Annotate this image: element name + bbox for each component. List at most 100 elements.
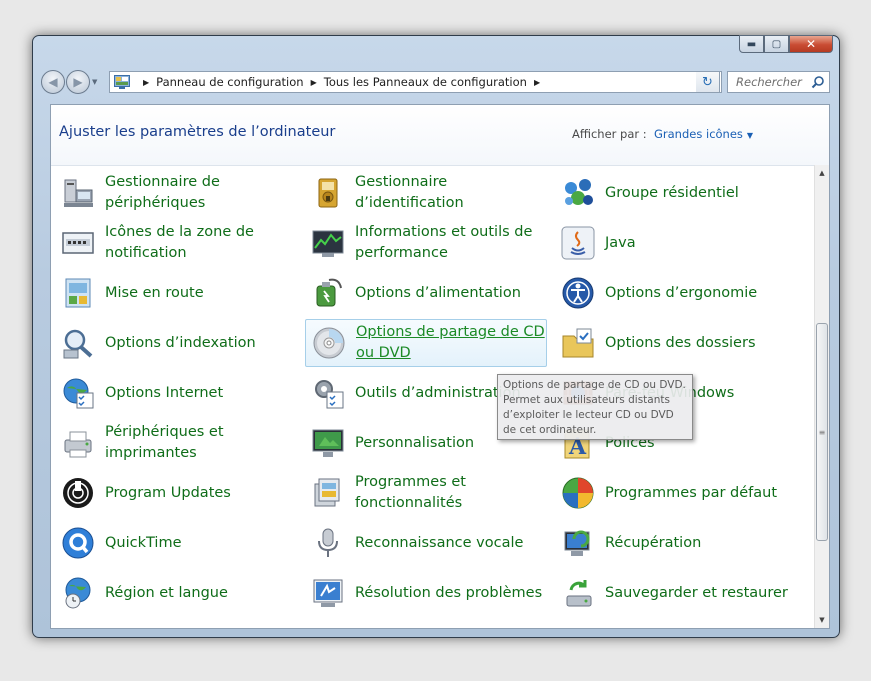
- recovery-icon: [564, 530, 590, 556]
- vertical-scrollbar[interactable]: ▲ ≡ ▼: [814, 165, 829, 628]
- cp-item-label[interactable]: Reconnaissance vocale: [355, 533, 523, 554]
- maximize-button[interactable]: ▢: [764, 35, 789, 53]
- control-panel-window: ▬ ▢ ✕ ◀ ▶ ▼ ▶ Panneau de configuration ▶…: [32, 35, 840, 638]
- performance-icon: [312, 230, 344, 257]
- back-arrow-icon: ◀: [48, 75, 58, 89]
- cp-item-speech-recognition[interactable]: Reconnaissance vocale: [305, 519, 547, 567]
- ease-of-access-icon: [562, 277, 594, 309]
- search-icon[interactable]: [811, 75, 825, 89]
- cp-item-notification-icons[interactable]: Icônes de la zone de notification: [55, 219, 297, 267]
- quicktime-icon: [62, 527, 94, 559]
- view-by-value[interactable]: Grandes icônes: [654, 127, 743, 141]
- breadcrumb-separator-icon[interactable]: ▶: [143, 78, 149, 87]
- cp-item-label[interactable]: Gestionnaire de périphériques: [105, 172, 297, 214]
- view-by-label: Afficher par :: [572, 127, 647, 141]
- page-title: Ajuster les paramètres de l’ordinateur: [59, 124, 336, 140]
- device-manager-icon: [64, 179, 93, 207]
- cp-item-ease-of-access[interactable]: Options d’ergonomie: [555, 269, 797, 317]
- cp-item-homegroup[interactable]: Groupe résidentiel: [555, 169, 797, 217]
- close-button[interactable]: ✕: [789, 35, 833, 53]
- java-icon: [561, 226, 595, 260]
- cp-item-label[interactable]: Périphériques et imprimantes: [105, 422, 297, 464]
- cp-item-power-options[interactable]: Options d’alimentation: [305, 269, 547, 317]
- cp-item-label[interactable]: Programmes et fonctionnalités: [355, 472, 547, 514]
- search-box[interactable]: Rechercher: [727, 71, 830, 93]
- scroll-down-button[interactable]: ▼: [815, 612, 829, 628]
- devices-printers-icon: [64, 431, 92, 458]
- navigation-buttons: ◀ ▶ ▼: [41, 70, 97, 94]
- breadcrumb-control-panel[interactable]: Panneau de configuration: [156, 75, 303, 89]
- refresh-button[interactable]: ↻: [696, 71, 720, 93]
- cp-item-label[interactable]: Informations et outils de performance: [355, 222, 547, 264]
- cp-item-label[interactable]: Programmes par défaut: [605, 483, 777, 504]
- cp-item-label[interactable]: Personnalisation: [355, 433, 474, 454]
- cp-item-recovery[interactable]: Récupération: [555, 519, 797, 567]
- cp-item-label[interactable]: Options d’alimentation: [355, 283, 521, 304]
- cp-item-devices-printers[interactable]: Périphériques et imprimantes: [55, 419, 297, 467]
- forward-arrow-icon: ▶: [73, 75, 83, 89]
- scrollbar-thumb[interactable]: ≡: [816, 323, 828, 541]
- cp-item-label[interactable]: Program Updates: [105, 483, 231, 504]
- cp-item-region-language[interactable]: Région et langue: [55, 569, 297, 617]
- region-language-icon: [65, 577, 91, 609]
- cp-item-label[interactable]: Options d’indexation: [105, 333, 256, 354]
- content-header: Ajuster les paramètres de l’ordinateur A…: [51, 105, 829, 166]
- cp-item-device-manager[interactable]: Gestionnaire de périphériques: [55, 169, 297, 217]
- chevron-down-icon[interactable]: ▼: [747, 131, 753, 140]
- cp-item-label[interactable]: Icônes de la zone de notification: [105, 222, 297, 264]
- cp-item-folder-options[interactable]: Options des dossiers: [555, 319, 797, 367]
- cp-item-label[interactable]: Mise en route: [105, 283, 204, 304]
- cp-item-label[interactable]: Gestionnaire d’identification: [355, 172, 547, 214]
- cp-item-programs-features[interactable]: Programmes et fonctionnalités: [305, 469, 547, 517]
- breadcrumb-separator-icon[interactable]: ▶: [311, 78, 317, 87]
- cp-item-label[interactable]: Sauvegarder et restaurer: [605, 583, 788, 604]
- cp-item-label[interactable]: Résolution des problèmes: [355, 583, 542, 604]
- search-input[interactable]: Rechercher: [736, 75, 811, 89]
- cp-item-label[interactable]: QuickTime: [105, 533, 182, 554]
- cp-item-program-updates[interactable]: Program Updates: [55, 469, 297, 517]
- programs-features-icon: [314, 478, 340, 507]
- getting-started-icon: [65, 278, 91, 308]
- admin-tools-icon: [315, 380, 344, 409]
- breadcrumb-separator-icon[interactable]: ▶: [534, 78, 540, 87]
- cp-item-default-programs[interactable]: Programmes par défaut: [555, 469, 797, 517]
- recent-pages-dropdown[interactable]: ▼: [92, 78, 97, 86]
- cp-item-label[interactable]: Région et langue: [105, 583, 228, 604]
- back-button[interactable]: ◀: [41, 70, 65, 94]
- cp-item-label[interactable]: Récupération: [605, 533, 701, 554]
- cp-item-quicktime[interactable]: QuickTime: [55, 519, 297, 567]
- default-programs-icon: [562, 477, 594, 509]
- cp-item-credential-manager[interactable]: Gestionnaire d’identification: [305, 169, 547, 217]
- minimize-button[interactable]: ▬: [739, 35, 764, 53]
- cp-item-internet-options[interactable]: Options Internet: [55, 369, 297, 417]
- cp-item-performance[interactable]: Informations et outils de performance: [305, 219, 547, 267]
- cp-item-label[interactable]: Outils d’administration: [355, 383, 521, 404]
- cp-item-label[interactable]: Options des dossiers: [605, 333, 756, 354]
- main-content: Ajuster les paramètres de l’ordinateur A…: [50, 104, 830, 629]
- cp-item-label[interactable]: Options de partage de CD ou DVD: [356, 322, 546, 364]
- cp-item-troubleshooting[interactable]: Résolution des problèmes: [305, 569, 547, 617]
- speech-recognition-icon: [318, 528, 338, 557]
- backup-restore-icon: [566, 580, 592, 607]
- homegroup-icon: [565, 179, 593, 205]
- scroll-up-button[interactable]: ▲: [815, 165, 829, 181]
- control-panel-icon: [114, 75, 130, 89]
- cp-item-java[interactable]: Java: [555, 219, 797, 267]
- address-bar[interactable]: ▶ Panneau de configuration ▶ Tous les Pa…: [109, 71, 722, 93]
- cp-item-backup-restore[interactable]: Sauvegarder et restaurer: [555, 569, 797, 617]
- view-by-dropdown[interactable]: Grandes icônes ▼: [654, 127, 753, 141]
- indexing-options-icon: [63, 329, 93, 359]
- forward-button[interactable]: ▶: [66, 70, 90, 94]
- internet-options-icon: [63, 378, 94, 409]
- cp-item-label[interactable]: Options Internet: [105, 383, 223, 404]
- window-controls: ▬ ▢ ✕: [739, 35, 833, 53]
- cp-item-cd-dvd[interactable]: Options de partage de CD ou DVD: [305, 319, 547, 367]
- cp-item-label[interactable]: Java: [605, 233, 636, 254]
- cp-item-label[interactable]: Options d’ergonomie: [605, 283, 757, 304]
- cd-dvd-icon: [313, 327, 345, 359]
- program-updates-icon: [63, 478, 93, 508]
- cp-item-indexing-options[interactable]: Options d’indexation: [55, 319, 297, 367]
- cp-item-getting-started[interactable]: Mise en route: [55, 269, 297, 317]
- cp-item-label[interactable]: Groupe résidentiel: [605, 183, 739, 204]
- breadcrumb-all-control-panel-items[interactable]: Tous les Panneaux de configuration: [324, 75, 527, 89]
